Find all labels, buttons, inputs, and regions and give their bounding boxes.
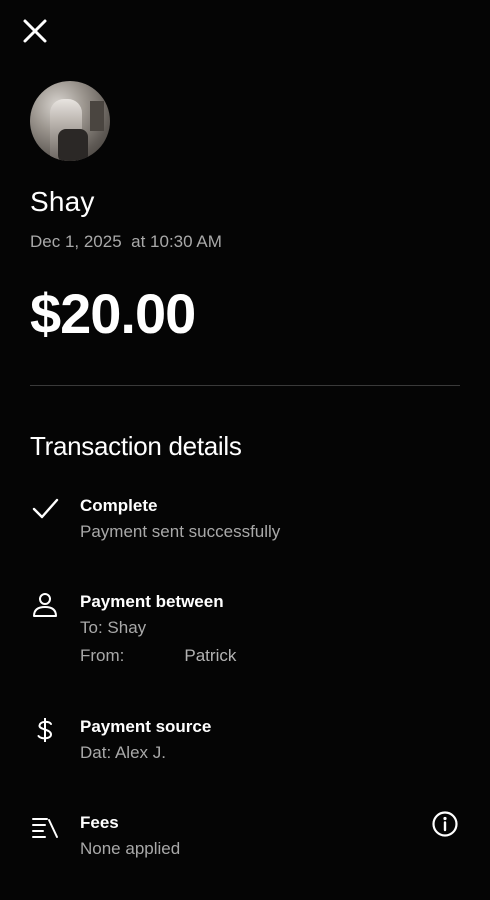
avatar bbox=[30, 81, 110, 161]
date-text: Dec 1, 2025 bbox=[30, 232, 122, 251]
status-label: Complete bbox=[80, 496, 158, 515]
dollar-icon bbox=[30, 715, 60, 745]
fees-sub: None applied bbox=[80, 839, 181, 858]
time-text: at 10:30 AM bbox=[131, 232, 222, 251]
close-button[interactable] bbox=[16, 12, 54, 50]
info-icon bbox=[432, 811, 458, 837]
status-sub: Payment sent successfully bbox=[80, 522, 281, 541]
transaction-amount: $20.00 bbox=[30, 282, 196, 345]
section-title: Transaction details bbox=[30, 431, 242, 461]
divider bbox=[30, 385, 460, 386]
info-button[interactable] bbox=[430, 809, 460, 839]
payment-from: From: Patrick bbox=[80, 642, 236, 670]
fees-label: Fees bbox=[80, 813, 119, 832]
close-icon bbox=[23, 19, 47, 43]
payment-source-label: Payment source bbox=[80, 717, 212, 736]
payment-source-sub: Dat: Alex J. bbox=[80, 743, 166, 762]
checkmark-icon bbox=[30, 494, 60, 524]
payment-between-label: Payment between bbox=[80, 592, 224, 611]
recipient-name: Shay bbox=[30, 186, 95, 217]
transaction-date: Dec 1, 2025 at 10:30 AM bbox=[30, 232, 222, 252]
payment-to: To: Shay bbox=[80, 618, 147, 637]
fees-icon bbox=[30, 811, 60, 841]
person-icon bbox=[30, 590, 60, 620]
from-label: From: bbox=[80, 646, 125, 665]
from-name: Patrick bbox=[184, 646, 237, 665]
